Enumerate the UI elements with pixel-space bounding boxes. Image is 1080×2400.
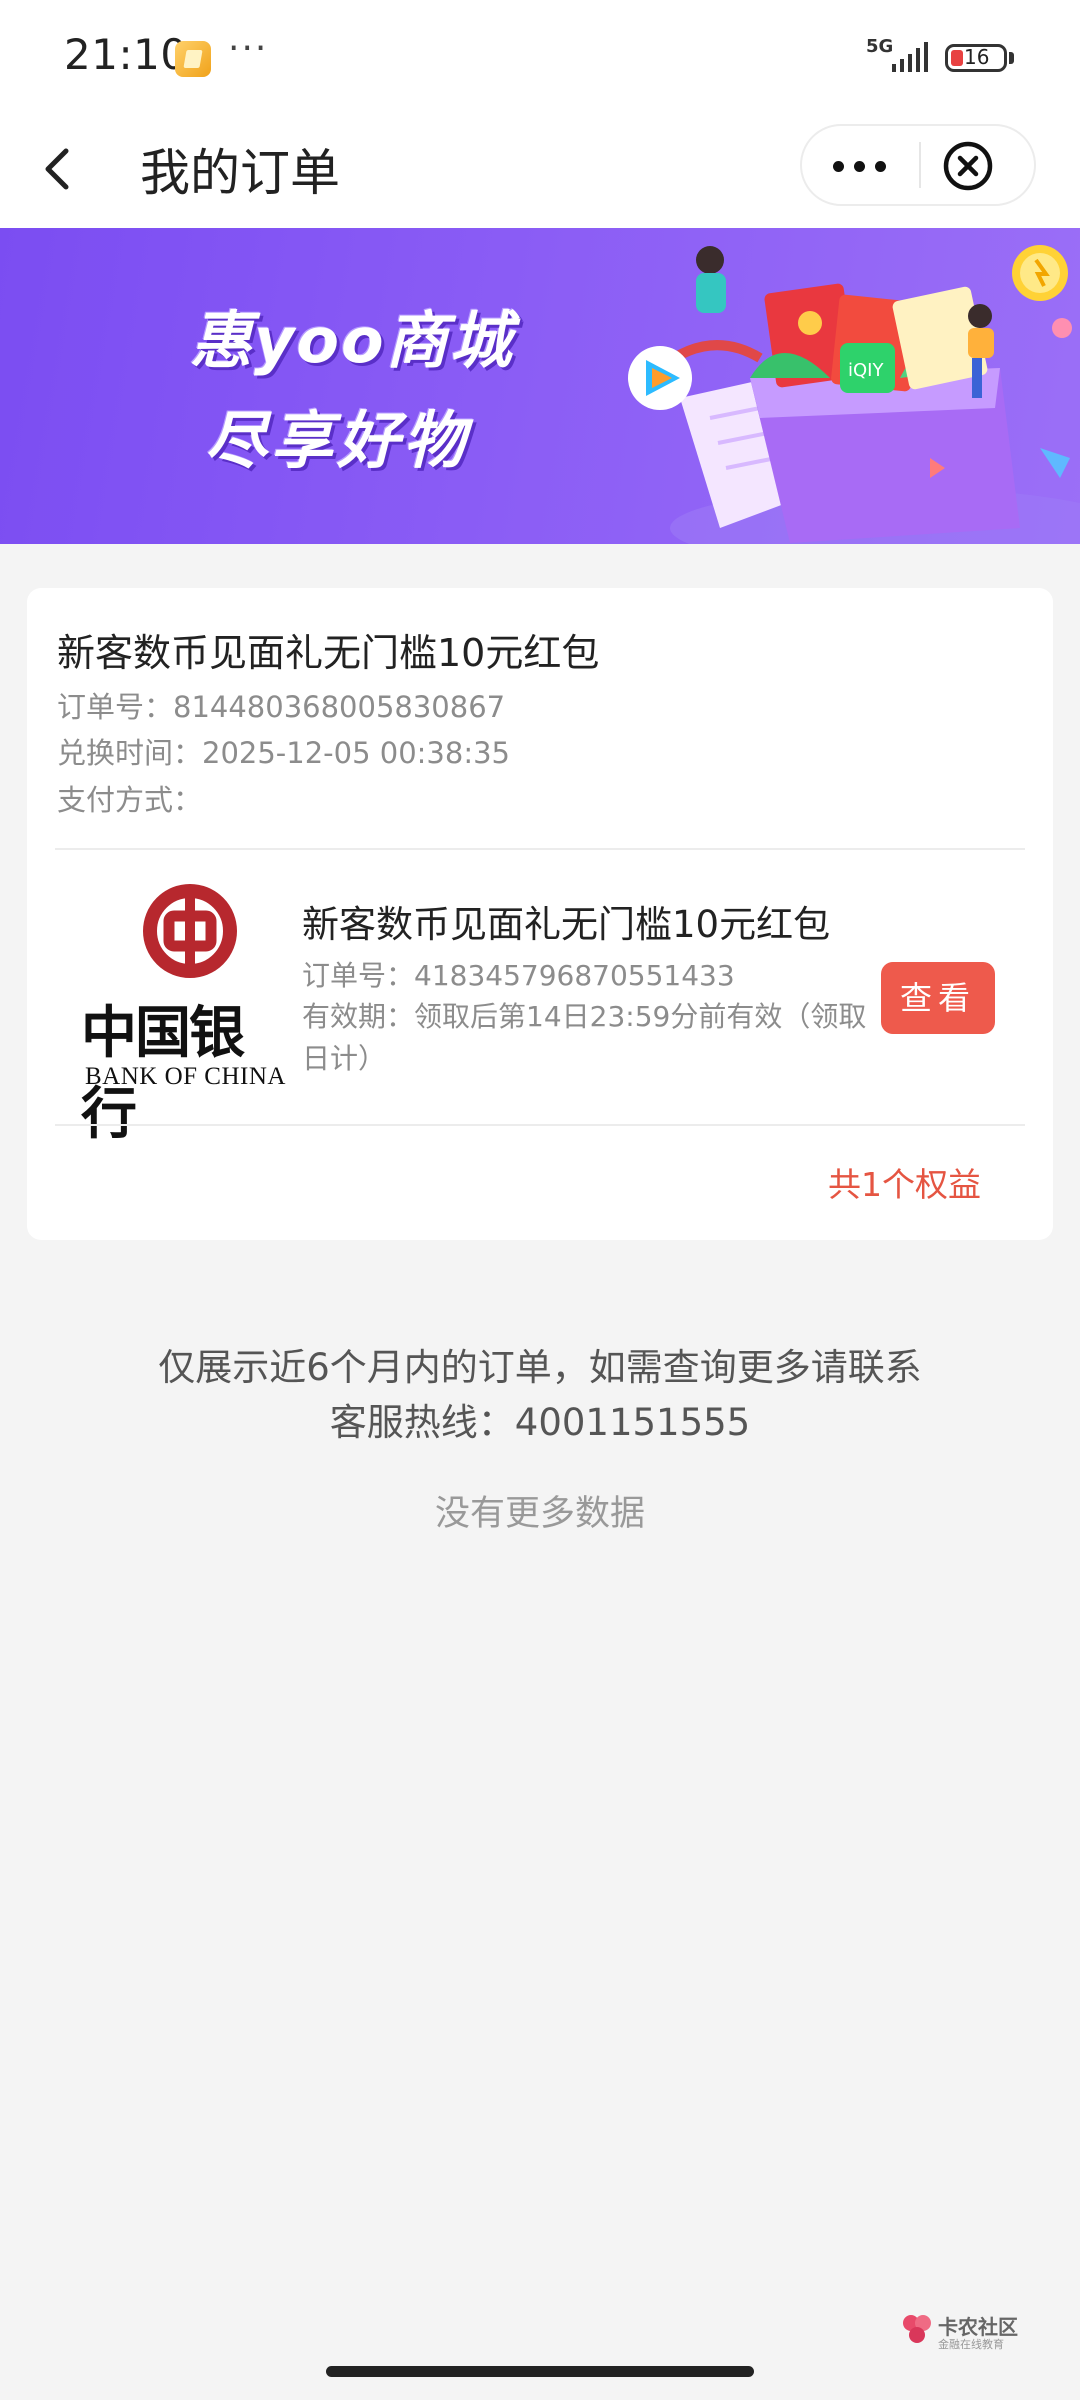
banner-title: 惠yoo商城 <box>190 304 514 377</box>
status-bar: 21:10 ··· 5G 16 <box>0 0 1080 115</box>
divider <box>55 1124 1025 1126</box>
close-icon[interactable] <box>942 140 994 192</box>
battery-icon: 16 <box>945 44 1007 72</box>
kanong-logo-icon <box>903 2315 931 2343</box>
divider <box>55 848 1025 850</box>
order-card[interactable]: 新客数币见面礼无门槛10元红包 订单号：814480368005830867 兑… <box>27 588 1053 1240</box>
signal-icon <box>892 42 928 72</box>
benefit-count[interactable]: 共1个权益 <box>828 1158 981 1206</box>
banner-subtitle: 尽享好物 <box>205 404 470 477</box>
no-more-data: 没有更多数据 <box>434 1494 645 1534</box>
bank-of-china-logo: 中国银行 BANK OF CHINA <box>55 880 285 1147</box>
nav-bar: 我的订单 <box>0 115 1080 228</box>
payment-method: 支付方式： <box>57 783 203 817</box>
order-range-notice: 仅展示近6个月内的订单，如需查询更多请联系 客服热线：4001151555 <box>0 1340 1080 1450</box>
gift-box-illustration: iQIY <box>628 245 1080 544</box>
boc-emblem-icon <box>143 884 237 978</box>
more-icon[interactable] <box>802 126 918 204</box>
home-indicator[interactable] <box>326 2366 754 2377</box>
watermark-sub: 金融在线教育 <box>938 2338 1004 2351</box>
order-title: 新客数币见面礼无门槛10元红包 <box>57 631 600 675</box>
exchange-time: 兑换时间：2025-12-05 00:38:35 <box>57 736 510 770</box>
more-notifications-icon: ··· <box>228 28 269 69</box>
service-hotline: 客服热线：4001151555 <box>329 1401 751 1444</box>
notice-line-1: 仅展示近6个月内的订单，如需查询更多请联系 <box>158 1346 922 1389</box>
page-title: 我的订单 <box>140 144 340 202</box>
item-title: 新客数币见面礼无门槛10元红包 <box>302 903 831 946</box>
item-order-number: 订单号：418345796870551433 <box>302 959 735 992</box>
boc-name-en: BANK OF CHINA <box>85 1063 286 1090</box>
status-time: 21:10 <box>64 30 188 79</box>
back-icon[interactable] <box>38 139 78 199</box>
capsule-divider <box>919 142 921 188</box>
order-number: 订单号：814480368005830867 <box>57 690 506 724</box>
svg-text:iQIY: iQIY <box>848 360 884 381</box>
view-button[interactable]: 查看 <box>881 962 995 1034</box>
item-validity: 有效期：领取后第14日23:59分前有效（领取日计） <box>302 1000 867 1075</box>
battery-level: 16 <box>964 45 990 69</box>
notes-app-icon <box>175 41 211 77</box>
mini-program-capsule <box>800 124 1036 206</box>
promo-banner[interactable]: 惠yoo商城 尽享好物 iQIY <box>0 228 1080 544</box>
